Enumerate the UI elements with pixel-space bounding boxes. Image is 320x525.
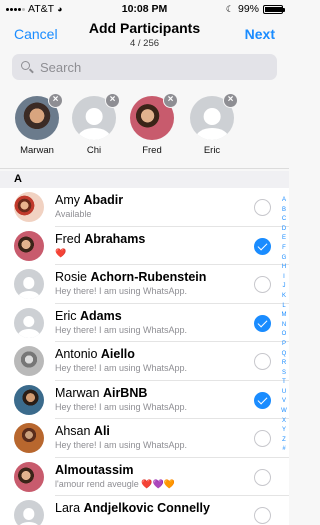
avatar — [14, 384, 44, 415]
avatar — [14, 461, 44, 492]
participant-name: Eric — [203, 145, 221, 156]
contact-row[interactable]: Rosie Achorn-Rubenstein Hey there! I am u… — [0, 265, 289, 304]
contact-row[interactable]: Ahsan Ali Hey there! I am using WhatsApp. — [0, 419, 289, 458]
checkbox-icon[interactable] — [254, 276, 271, 293]
search-input[interactable]: Search — [12, 54, 277, 80]
battery-group: ☾ 99% — [225, 3, 285, 15]
search-placeholder: Search — [40, 59, 82, 75]
contact-row[interactable]: Fred Abrahams ❤️ — [0, 227, 289, 265]
contact-list: Amy Abadir Available Fred Abrahams ❤️ Rosie … — [0, 188, 289, 525]
checkbox-icon[interactable] — [254, 353, 271, 370]
participant-name: Fred — [142, 145, 162, 156]
selected-participant[interactable]: × Marwan — [13, 93, 63, 156]
moon-icon: ☾ — [225, 3, 234, 14]
contact-status: Hey there! I am using WhatsApp. — [55, 286, 188, 296]
index-letter[interactable]: A — [279, 196, 289, 206]
contact-name: Ahsan Ali — [55, 424, 110, 438]
contact-row[interactable]: Almoutassim l'amour rend aveugle ❤️💜🧡 — [0, 458, 289, 496]
index-letter[interactable]: C — [279, 215, 289, 225]
contact-name: Antonio Aiello — [55, 347, 135, 361]
index-letter[interactable]: J — [279, 282, 289, 292]
contact-status: Hey there! I am using WhatsApp. — [55, 363, 188, 373]
contact-row[interactable]: Antonio Aiello Hey there! I am using What… — [0, 342, 289, 381]
contact-name: Rosie Achorn-Rubenstein — [55, 270, 207, 284]
avatar — [14, 307, 44, 338]
contact-status: ❤️ — [55, 247, 67, 258]
avatar — [14, 192, 44, 222]
contact-name: Fred Abrahams — [55, 231, 146, 246]
index-letter[interactable]: O — [279, 330, 289, 340]
section-header: A — [0, 171, 289, 188]
contact-name: Amy Abadir — [55, 193, 124, 207]
checkbox-icon[interactable] — [254, 468, 271, 486]
contact-row[interactable]: Lara Andjelkovic Connelly — [0, 496, 289, 525]
checkbox-checked-icon[interactable] — [254, 237, 271, 255]
index-letter[interactable]: T — [279, 378, 289, 388]
checkbox-icon[interactable] — [254, 507, 271, 524]
index-letter[interactable]: W — [279, 407, 289, 417]
contact-status: l'amour rend aveugle ❤️💜🧡 — [55, 478, 175, 489]
selected-participant[interactable]: × Fred — [128, 93, 178, 156]
index-letter[interactable]: H — [279, 263, 289, 273]
contact-row[interactable]: Amy Abadir Available — [0, 188, 289, 227]
checkbox-checked-icon[interactable] — [254, 314, 271, 332]
divider — [0, 168, 289, 169]
index-letter[interactable]: F — [279, 244, 289, 254]
contact-row[interactable]: Marwan AirBNB Hey there! I am using Whats… — [0, 381, 289, 419]
contact-name: Eric Adams — [55, 308, 122, 323]
checkbox-icon[interactable] — [254, 430, 271, 447]
contact-status: Hey there! I am using WhatsApp. — [55, 324, 188, 335]
selected-participant[interactable]: × Chi — [70, 93, 120, 156]
search-icon — [20, 60, 34, 74]
index-letter[interactable]: I — [279, 273, 289, 283]
index-letter[interactable]: G — [279, 254, 289, 264]
index-letter[interactable]: # — [279, 445, 289, 455]
participant-name: Chi — [86, 145, 102, 156]
selected-participant[interactable]: × Eric — [188, 93, 238, 156]
avatar — [14, 500, 44, 525]
checkbox-checked-icon[interactable] — [254, 391, 271, 409]
battery-percent: 99% — [237, 3, 259, 15]
index-letter[interactable]: N — [279, 321, 289, 331]
index-letter[interactable]: K — [279, 292, 289, 302]
contact-name: Almoutassim — [55, 462, 134, 477]
index-letter[interactable]: P — [279, 340, 289, 350]
avatar — [14, 423, 44, 453]
selected-participants: × Marwan × Chi × Fred × Eric — [0, 93, 289, 166]
index-letter[interactable]: Q — [279, 350, 289, 360]
avatar — [14, 230, 44, 261]
alphabet-index[interactable]: A B C D E F G H I J K L M N O P Q R S T U V W X Y Z # — [279, 196, 289, 455]
avatar — [14, 346, 44, 376]
contact-status: Available — [55, 209, 92, 219]
remove-icon[interactable]: × — [223, 93, 238, 108]
index-letter[interactable]: X — [279, 417, 289, 427]
index-letter[interactable]: S — [279, 369, 289, 379]
index-letter[interactable]: V — [279, 397, 289, 407]
index-letter[interactable]: L — [279, 302, 289, 312]
index-letter[interactable]: D — [279, 225, 289, 235]
contact-status: Hey there! I am using WhatsApp. — [55, 440, 188, 450]
index-letter[interactable]: E — [279, 234, 289, 244]
navigation-bar: Cancel Add Participants 4 / 256 Next — [0, 18, 289, 49]
contact-name: Marwan AirBNB — [55, 385, 148, 400]
remove-icon[interactable]: × — [105, 93, 120, 108]
contact-name: Lara Andjelkovic Connelly — [55, 501, 210, 515]
index-letter[interactable]: Y — [279, 426, 289, 436]
battery-icon — [263, 4, 285, 14]
contact-status: Hey there! I am using WhatsApp. — [55, 401, 188, 412]
remove-icon[interactable]: × — [163, 93, 178, 108]
index-letter[interactable]: U — [279, 388, 289, 398]
status-bar: AT&T ◕ 10:08 PM ☾ 99% — [0, 0, 289, 18]
next-button[interactable]: Next — [245, 26, 275, 42]
remove-icon[interactable]: × — [48, 93, 63, 108]
contact-row[interactable]: Eric Adams Hey there! I am using WhatsApp… — [0, 304, 289, 342]
index-letter[interactable]: B — [279, 206, 289, 216]
index-letter[interactable]: R — [279, 359, 289, 369]
avatar — [14, 269, 44, 299]
index-letter[interactable]: M — [279, 311, 289, 321]
participant-name: Marwan — [20, 145, 54, 156]
index-letter[interactable]: Z — [279, 436, 289, 446]
checkbox-icon[interactable] — [254, 199, 271, 216]
